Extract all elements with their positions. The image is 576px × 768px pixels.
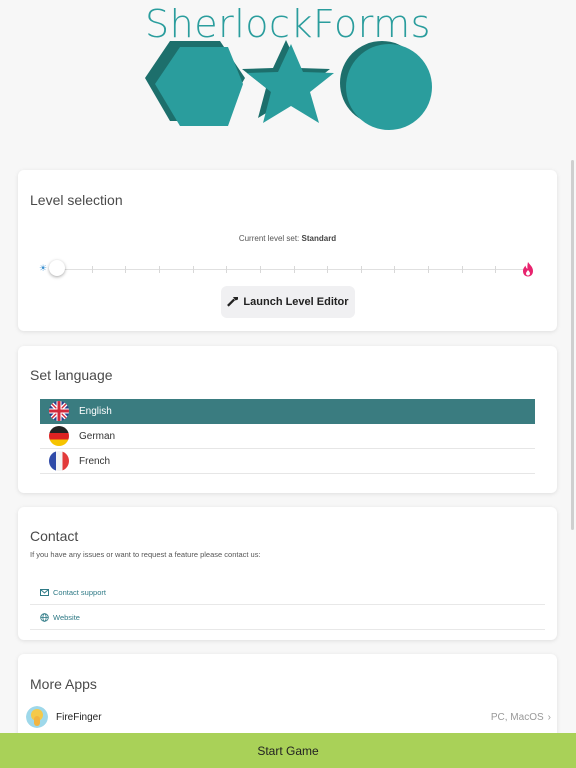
germany-flag-icon: [49, 426, 69, 446]
slider-tick: [158, 266, 160, 273]
slider-tick: [327, 266, 329, 273]
level-selection-title: Level selection: [30, 192, 123, 208]
slider-tick: [461, 266, 463, 273]
scrollbar[interactable]: [571, 160, 574, 530]
globe-icon: [40, 612, 49, 622]
slider-tick: [394, 266, 396, 273]
slider-tick: [293, 266, 295, 273]
slider-tick: [125, 266, 127, 273]
slider-tick: [192, 266, 194, 273]
circle-shape-front: [346, 44, 432, 130]
language-option-german[interactable]: German: [40, 424, 535, 449]
language-label: German: [79, 430, 116, 442]
launch-level-editor-button[interactable]: Launch Level Editor: [221, 286, 355, 318]
slider-tick: [360, 266, 362, 273]
language-card: Set language English German French: [18, 346, 557, 493]
slider-tick: [495, 266, 497, 273]
launch-level-editor-label: Launch Level Editor: [243, 296, 349, 308]
website-link[interactable]: Website: [30, 605, 545, 630]
language-title: Set language: [30, 367, 113, 383]
slider-tick: [226, 266, 228, 273]
language-label: English: [79, 405, 112, 417]
level-slider-track[interactable]: [58, 266, 530, 273]
app-logo: [145, 40, 432, 130]
level-slider-thumb[interactable]: [49, 260, 65, 276]
app-platforms: PC, MacOS: [490, 711, 544, 723]
france-flag-icon: [49, 451, 69, 471]
start-game-button[interactable]: Start Game: [0, 733, 576, 768]
uk-flag-icon: [49, 401, 69, 421]
firefinger-app-icon: [26, 706, 48, 728]
contact-support-link[interactable]: Contact support: [30, 580, 545, 605]
language-option-english[interactable]: English: [40, 399, 535, 424]
mail-icon: [40, 588, 49, 596]
contact-card: Contact If you have any issues or want t…: [18, 507, 557, 640]
level-status-value: Standard: [301, 234, 337, 243]
hammer-icon: [227, 296, 239, 307]
level-status: Current level set: Standard: [18, 234, 557, 243]
chevron-right-icon: ›: [547, 711, 551, 723]
language-option-french[interactable]: French: [40, 449, 535, 474]
slider-tick: [259, 266, 261, 273]
slider-tick: [91, 266, 93, 273]
more-apps-title: More Apps: [30, 676, 97, 692]
contact-subtitle: If you have any issues or want to reques…: [30, 550, 261, 559]
contact-support-label: Contact support: [53, 587, 106, 597]
level-selection-card: Level selection Current level set: Stand…: [18, 170, 557, 331]
contact-title: Contact: [30, 528, 79, 544]
flame-icon: [523, 262, 533, 277]
language-label: French: [79, 455, 111, 467]
start-game-label: Start Game: [257, 743, 319, 758]
website-label: Website: [53, 612, 80, 622]
sun-icon: ☀: [39, 263, 48, 273]
level-status-prefix: Current level set:: [238, 234, 302, 243]
app-item-firefinger[interactable]: FireFinger PC, MacOS ›: [26, 706, 551, 728]
slider-tick: [428, 266, 430, 273]
app-name: FireFinger: [56, 711, 102, 723]
